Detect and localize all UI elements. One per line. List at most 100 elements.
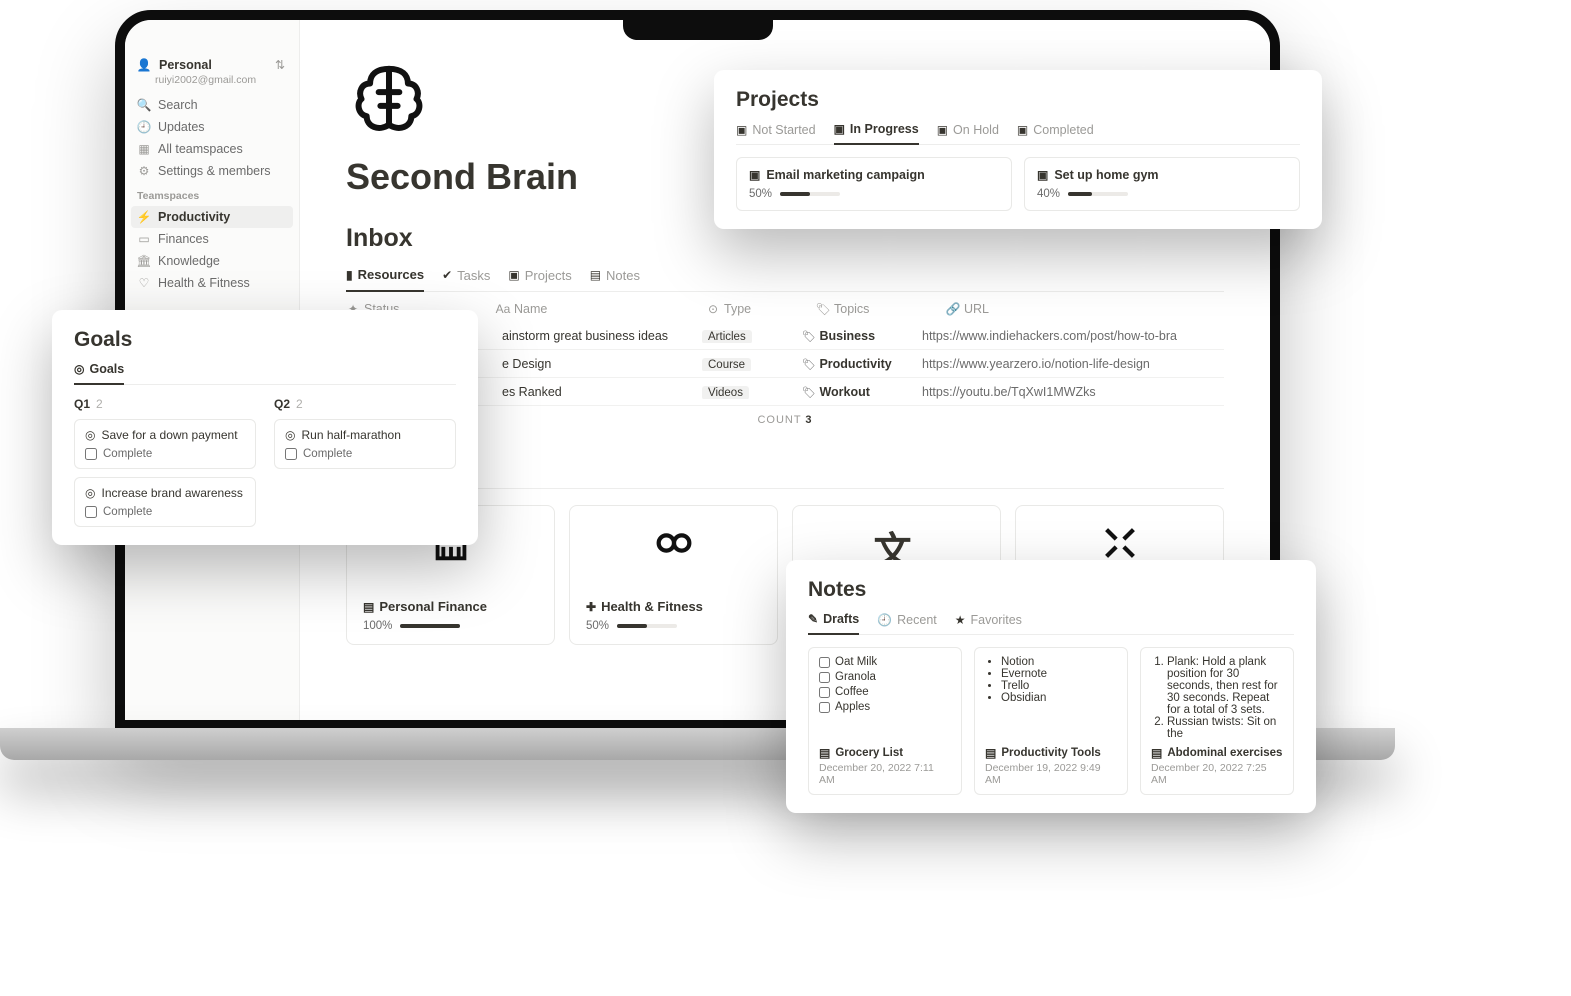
projects-panel: Projects ▣Not Started ▣In Progress ▣On Hol…: [714, 70, 1322, 229]
goal-card[interactable]: ◎Run half-marathon Complete: [274, 419, 456, 469]
area-card[interactable]: ✚ Health & Fitness 50%: [569, 505, 778, 645]
table-columns: ✦Status AaName ⊙Type 🏷Topics 🔗URL: [346, 302, 1224, 316]
search-icon: 🔍: [137, 98, 151, 112]
goals-quarter: Q22: [274, 397, 456, 411]
goal-card[interactable]: ◎Save for a down payment Complete: [74, 419, 256, 469]
tab-projects[interactable]: ▣Projects: [508, 267, 571, 291]
tab-goals[interactable]: ◎Goals: [74, 362, 124, 385]
checklist-item[interactable]: Coffee: [819, 686, 951, 698]
notes-panel: Notes ✎Drafts 🕘Recent ★Favorites Oat Milk …: [786, 560, 1316, 813]
note-date: December 20, 2022 7:25 AM: [1151, 762, 1283, 786]
updates-icon: 🕘: [137, 120, 151, 134]
card-progress: 100%: [363, 620, 538, 632]
note-title: ▤Productivity Tools: [985, 746, 1117, 760]
tab-icon: ★: [955, 613, 966, 627]
tab-on-hold[interactable]: ▣On Hold: [937, 122, 999, 144]
tab-resources[interactable]: ▮Resources: [346, 267, 424, 292]
tab-icon: 🕘: [877, 613, 892, 627]
tab-icon: ▣: [508, 268, 519, 282]
sidebar-item-health-fitness[interactable]: ♡Health & Fitness: [131, 272, 293, 294]
goals-column: Q12 ◎Save for a down payment Complete ◎I…: [74, 397, 256, 527]
page-icon: ▤: [819, 746, 830, 760]
tab-not-started[interactable]: ▣Not Started: [736, 122, 816, 144]
workspace-switcher[interactable]: 👤 Personal ⇅: [131, 54, 293, 76]
brain-icon: [346, 56, 432, 142]
card-title: ✚ Health & Fitness: [586, 599, 761, 614]
note-title: ▤Grocery List: [819, 746, 951, 760]
workspace-name: Personal: [159, 58, 212, 72]
complete-checkbox[interactable]: Complete: [85, 448, 245, 460]
teamspaces-heading: Teamspaces: [131, 182, 293, 206]
complete-checkbox[interactable]: Complete: [85, 506, 245, 518]
note-card[interactable]: Oat Milk Granola Coffee Apples ▤Grocery …: [808, 647, 962, 795]
sidebar-item-knowledge[interactable]: 🏛Knowledge: [131, 250, 293, 272]
tab-in-progress[interactable]: ▣In Progress: [834, 122, 919, 145]
bolt-icon: ⚡: [137, 210, 151, 224]
bank-icon: 🏛: [137, 254, 151, 268]
project-card[interactable]: ▣Email marketing campaign 50%: [736, 157, 1012, 211]
tab-icon: ✎: [808, 612, 818, 626]
goals-panel: Goals ◎Goals Q12 ◎Save for a down paymen…: [52, 310, 478, 545]
note-card[interactable]: Plank: Hold a plank position for 30 seco…: [1140, 647, 1294, 795]
note-date: December 19, 2022 9:49 AM: [985, 762, 1117, 786]
tab-completed[interactable]: ▣Completed: [1017, 122, 1094, 144]
folder-icon: ▣: [1017, 123, 1028, 137]
target-icon: ◎: [74, 362, 84, 376]
goals-column: Q22 ◎Run half-marathon Complete: [274, 397, 456, 527]
goal-card[interactable]: ◎Increase brand awareness Complete: [74, 477, 256, 527]
project-card[interactable]: ▣Set up home gym 40%: [1024, 157, 1300, 211]
card-title: ▤ Personal Finance: [363, 599, 538, 614]
updown-icon: ⇅: [273, 58, 287, 72]
target-icon: ◎: [285, 428, 295, 442]
sidebar-item-all-teamspaces[interactable]: ▦All teamspaces: [131, 138, 293, 160]
page-icon: ▤: [985, 746, 996, 760]
tab-icon: ▤: [590, 268, 601, 282]
person-icon: 👤: [137, 58, 151, 72]
goals-quarter: Q12: [74, 397, 256, 411]
checklist-item[interactable]: Apples: [819, 701, 951, 713]
folder-icon: ▣: [749, 168, 760, 182]
checklist-item[interactable]: Oat Milk: [819, 656, 951, 668]
note-title: ▤Abdominal exercises: [1151, 746, 1283, 760]
sidebar-item-settings-members[interactable]: ⚙Settings & members: [131, 160, 293, 182]
tab-tasks[interactable]: ✔Tasks: [442, 267, 490, 291]
tag-icon: 🏷: [816, 302, 830, 316]
sidebar-item-finances[interactable]: ▭Finances: [131, 228, 293, 250]
tab-icon: ✔: [442, 268, 452, 282]
tab-drafts[interactable]: ✎Drafts: [808, 612, 859, 635]
tab-favorites[interactable]: ★Favorites: [955, 612, 1022, 634]
sidebar-item-search[interactable]: 🔍Search: [131, 94, 293, 116]
link-icon: 🔗: [946, 302, 960, 316]
note-date: December 20, 2022 7:11 AM: [819, 762, 951, 786]
type-icon: ⊙: [706, 302, 720, 316]
sidebar-item-productivity[interactable]: ⚡Productivity: [131, 206, 293, 228]
target-icon: ◎: [85, 428, 95, 442]
teamspaces-icon: ▦: [137, 142, 151, 156]
card-progress: 50%: [586, 620, 761, 632]
wallet-icon: ▭: [137, 232, 151, 246]
tab-recent[interactable]: 🕘Recent: [877, 612, 937, 634]
goals-title: Goals: [74, 328, 456, 352]
settings-icon: ⚙: [137, 164, 151, 178]
tab-notes[interactable]: ▤Notes: [590, 267, 640, 291]
card-icon: [586, 520, 761, 599]
text-icon: Aa: [496, 302, 510, 316]
notes-title: Notes: [808, 578, 1294, 602]
checklist-item[interactable]: Granola: [819, 671, 951, 683]
folder-icon: ▣: [736, 123, 747, 137]
tab-icon: ▮: [346, 268, 353, 282]
heart-icon: ♡: [137, 276, 151, 290]
notch: [623, 20, 773, 40]
workspace-email: ruiyi2002@gmail.com: [155, 74, 293, 86]
inbox-tabs: ▮Resources ✔Tasks ▣Projects ▤Notes: [346, 267, 1224, 292]
complete-checkbox[interactable]: Complete: [285, 448, 445, 460]
project-progress: 40%: [1037, 188, 1287, 200]
sidebar-item-updates[interactable]: 🕘Updates: [131, 116, 293, 138]
folder-icon: ▣: [834, 122, 845, 136]
projects-title: Projects: [736, 88, 1300, 112]
target-icon: ◎: [85, 486, 95, 500]
folder-icon: ▣: [1037, 168, 1048, 182]
note-card[interactable]: NotionEvernoteTrelloObsidian ▤Productivi…: [974, 647, 1128, 795]
page-icon: ▤: [1151, 746, 1162, 760]
folder-icon: ▣: [937, 123, 948, 137]
